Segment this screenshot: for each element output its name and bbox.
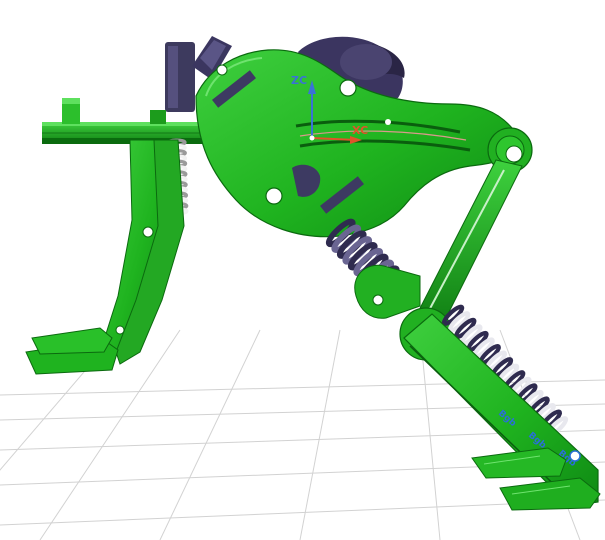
cad-scene[interactable]: ZC XC Bgb Bgb Bgb [0, 0, 605, 540]
cad-viewport[interactable]: ZC XC Bgb Bgb Bgb [0, 0, 605, 540]
right-link [413, 159, 523, 331]
zc-axis-label: ZC [291, 74, 307, 87]
left-leg [103, 139, 185, 365]
leg-bolt [569, 450, 581, 462]
grid-line [159, 329, 261, 540]
xc-axis-label: XC [352, 124, 368, 137]
grid-line [299, 329, 341, 540]
left-foot [25, 327, 119, 375]
